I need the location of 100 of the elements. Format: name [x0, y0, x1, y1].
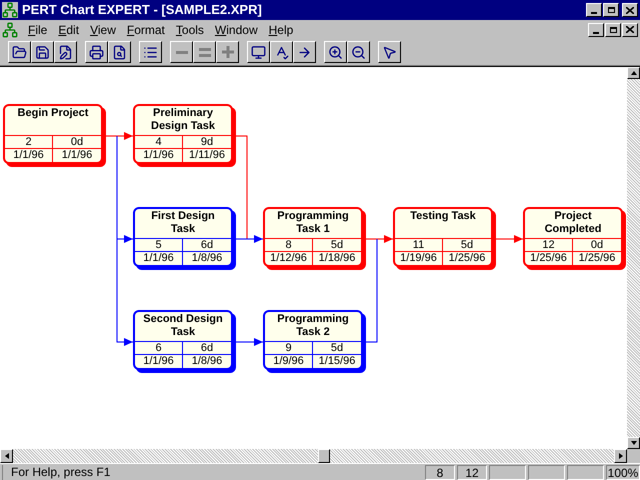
status-pane: 12 [457, 464, 487, 480]
menu-item[interactable]: File [23, 20, 52, 38]
document-icon [2, 22, 18, 38]
task-name: Project Completed [544, 209, 602, 236]
toolbar-button[interactable] [8, 41, 31, 63]
task-finish-date: 1/8/96 [190, 252, 224, 265]
task-finish-date: 1/8/96 [190, 355, 224, 368]
menu-item[interactable]: View [85, 20, 121, 38]
horizontal-scrollbar[interactable] [0, 449, 627, 463]
scroll-up-icon [630, 71, 636, 75]
task-start-date: 1/9/96 [265, 355, 313, 368]
toolbar-button[interactable] [270, 41, 293, 63]
folder-icon [12, 44, 27, 60]
task-name: Programming Task 2 [276, 312, 350, 339]
toolbar-button[interactable] [247, 41, 270, 63]
task-name: First Design Task [150, 209, 216, 236]
task-start-date: 1/1/96 [135, 252, 183, 265]
task-duration: 6d [200, 239, 214, 251]
task-duration: 0d [590, 239, 604, 251]
task-finish-date: 1/15/96 [318, 355, 356, 368]
status-pane [567, 464, 604, 480]
restore-button[interactable] [603, 3, 619, 17]
status-message: For Help, press F1 [2, 464, 423, 480]
plus-icon [222, 46, 234, 58]
task-node[interactable]: Testing Task 11 5d 1/19/96 1/25/96 [393, 207, 493, 267]
toolbar-button[interactable] [31, 41, 54, 63]
status-pane [489, 464, 526, 480]
task-node[interactable]: Second Design Task 6 6d 1/1/96 1/8/96 [133, 310, 233, 370]
scroll-left-icon [4, 453, 8, 459]
restore-button[interactable] [605, 22, 621, 36]
task-start-date: 1/25/96 [525, 252, 573, 265]
menu-item[interactable]: Tools [170, 20, 209, 38]
list-icon [143, 44, 158, 60]
task-duration: 9d [200, 136, 214, 148]
close-button[interactable] [622, 22, 638, 36]
task-number: 12 [525, 239, 573, 251]
task-finish-date: 1/25/96 [448, 252, 486, 265]
print-preview-icon [112, 44, 127, 60]
task-start-date: 1/1/96 [135, 149, 183, 162]
close-icon [626, 6, 634, 14]
minus-icon [176, 50, 188, 54]
task-node[interactable]: Programming Task 1 8 5d 1/12/96 1/18/96 [263, 207, 363, 267]
toolbar-button[interactable] [324, 41, 347, 63]
status-pane [528, 464, 565, 480]
task-start-date: 1/1/96 [135, 355, 183, 368]
minimize-button[interactable] [586, 3, 602, 17]
double-minus-icon [198, 48, 210, 56]
spell-check-icon [274, 44, 289, 60]
task-node[interactable]: First Design Task 5 6d 1/1/96 1/8/96 [133, 207, 233, 267]
menu-item[interactable]: Window [210, 20, 263, 38]
toolbar-button[interactable] [378, 41, 401, 63]
task-finish-date: 1/11/96 [188, 149, 226, 162]
task-name: Programming Task 1 [276, 209, 350, 236]
task-start-date: 1/1/96 [5, 149, 53, 162]
help-pointer-icon [382, 44, 397, 60]
task-duration: 5d [330, 342, 344, 354]
task-finish-date: 1/25/96 [578, 252, 616, 265]
scroll-right-icon [618, 453, 622, 459]
task-name: Begin Project [18, 106, 88, 120]
task-name: Second Design Task [142, 312, 224, 339]
task-duration: 6d [200, 342, 214, 354]
task-node[interactable]: Project Completed 12 0d 1/25/96 1/25/96 [523, 207, 623, 267]
window-icon [251, 44, 266, 60]
task-number: 2 [5, 136, 53, 148]
toolbar-button[interactable] [108, 41, 131, 63]
task-number: 9 [265, 342, 313, 354]
close-icon [626, 26, 634, 33]
task-start-date: 1/12/96 [265, 252, 313, 265]
menu-item[interactable]: Help [264, 20, 298, 38]
task-number: 8 [265, 239, 313, 251]
toolbar-button[interactable] [139, 41, 162, 63]
task-duration: 5d [330, 239, 344, 251]
app-icon [2, 2, 18, 18]
pencil-document-icon [58, 44, 73, 60]
menu-item[interactable]: Format [122, 20, 170, 38]
vertical-scrollbar[interactable] [627, 67, 640, 449]
zoom-in-icon [328, 44, 343, 60]
toolbar-button[interactable] [293, 41, 316, 63]
task-finish-date: 1/18/96 [318, 252, 356, 265]
task-number: 5 [135, 239, 183, 251]
status-pane: 8 [425, 464, 455, 480]
task-start-date: 1/19/96 [395, 252, 443, 265]
close-button[interactable] [622, 3, 638, 17]
zoom-out-icon [351, 44, 366, 60]
toolbar-button[interactable] [54, 41, 77, 63]
task-number: 4 [135, 136, 183, 148]
task-duration: 5d [460, 239, 474, 251]
toolbar-button[interactable] [347, 41, 370, 63]
task-node[interactable]: Programming Task 2 9 5d 1/9/96 1/15/96 [263, 310, 363, 370]
task-number: 6 [135, 342, 183, 354]
toolbar-button[interactable] [85, 41, 108, 63]
scroll-thumb[interactable] [318, 449, 330, 463]
task-finish-date: 1/1/96 [60, 149, 94, 162]
printer-icon [89, 44, 104, 60]
minimize-button[interactable] [588, 22, 604, 36]
arrow-icon [297, 44, 312, 60]
task-node[interactable]: Begin Project 2 0d 1/1/96 1/1/96 [3, 104, 103, 164]
task-node[interactable]: Preliminary Design Task 4 9d 1/1/96 1/11/96 [133, 104, 233, 164]
menu-item[interactable]: Edit [53, 20, 84, 38]
scroll-down-icon [630, 441, 636, 445]
